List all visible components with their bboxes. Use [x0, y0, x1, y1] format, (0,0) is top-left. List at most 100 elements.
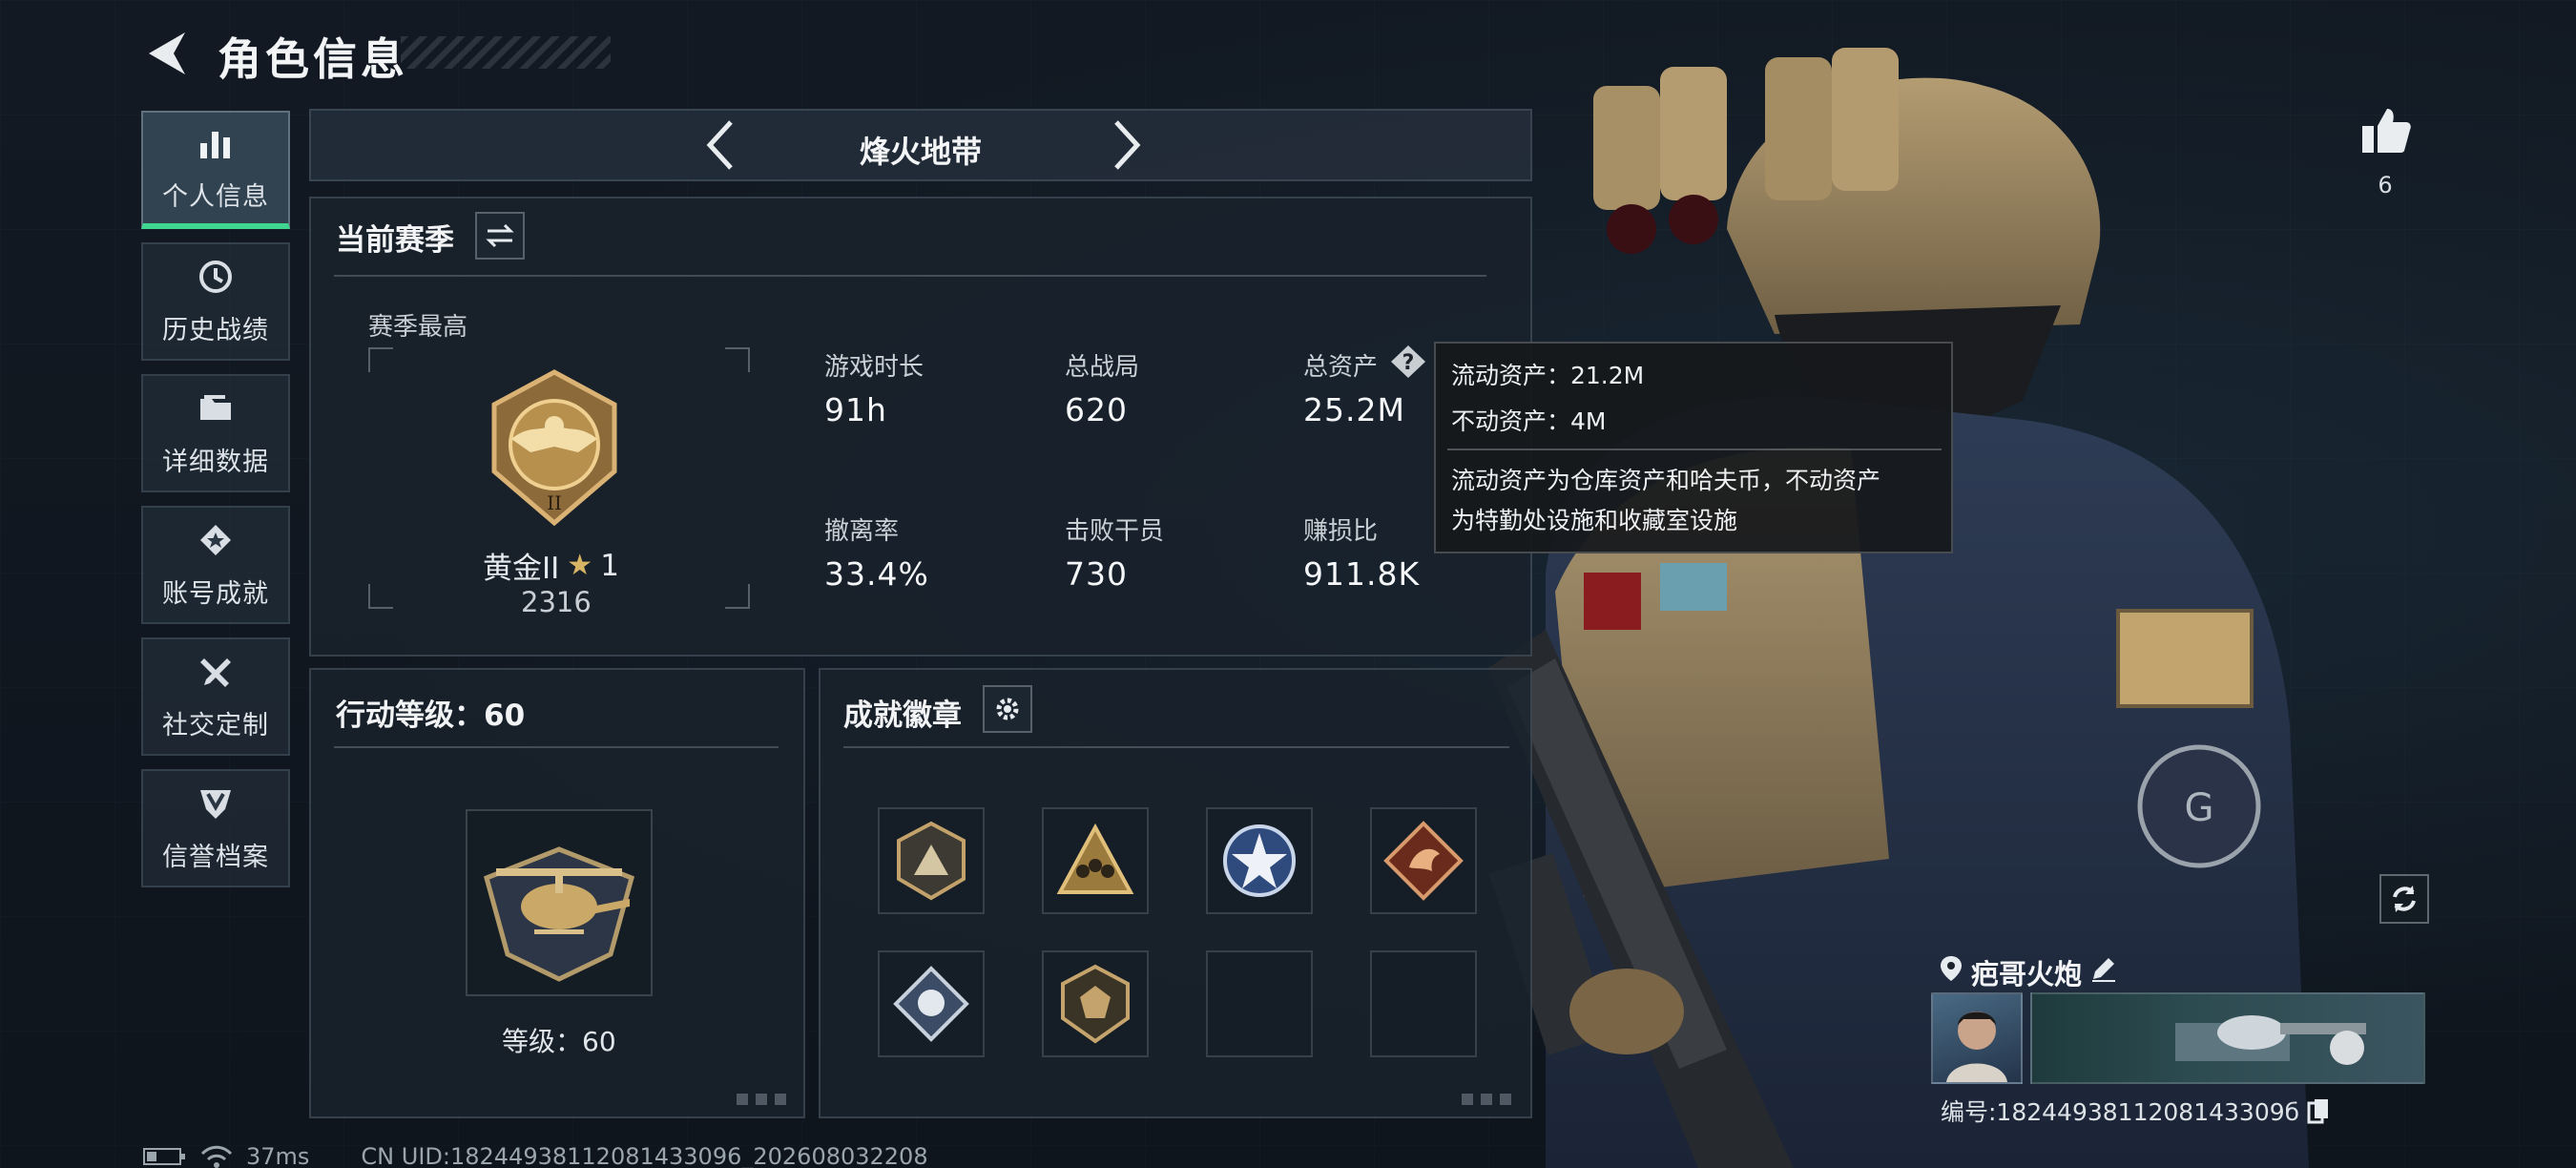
sidebar-item-label: 信誉档案 [162, 842, 269, 872]
season-title: 当前赛季 [336, 223, 454, 258]
shield-emblem-icon [200, 789, 231, 819]
swap-arrows-icon [486, 223, 514, 248]
frame-corner [368, 347, 393, 372]
badge-slot[interactable] [1042, 807, 1149, 914]
frame-corner [725, 347, 750, 372]
stat-value: 25.2M [1303, 391, 1405, 428]
player-name: 疤哥火炮 [1971, 958, 2083, 991]
frame-corner [368, 584, 393, 609]
sidebar-item-credit-file[interactable]: 信誉档案 [141, 769, 290, 887]
back-arrow-icon[interactable] [143, 29, 191, 78]
sidebar-item-social-custom[interactable]: 社交定制 [141, 637, 290, 756]
stat-value: 911.8K [1303, 555, 1421, 593]
wifi-icon [200, 1145, 233, 1168]
ping-value: 37ms [246, 1143, 310, 1168]
tooltip-description-line2: 为特勤处设施和收藏室设施 [1451, 507, 1738, 534]
rank-stars: 1 [600, 548, 619, 583]
tooltip-divider [1447, 448, 1942, 450]
squad-badge-icon [1056, 823, 1134, 894]
sidebar-item-label: 社交定制 [162, 710, 269, 740]
copy-icon[interactable] [2307, 1097, 2330, 1124]
shield-diamond-badge-icon [893, 966, 969, 1042]
mode-selector-bar: 烽火地带 [309, 109, 1532, 181]
section-divider [334, 275, 1486, 277]
svg-text:II: II [547, 491, 562, 514]
level-text: 等级：60 [502, 1026, 616, 1057]
svg-text:G: G [2185, 786, 2214, 830]
badge-slot[interactable] [1206, 807, 1313, 914]
rank-name-row: 黄金II ★ 1 [483, 544, 619, 587]
stat-label: 总战局 [1065, 353, 1140, 382]
like-count: 6 [2378, 172, 2393, 198]
switch-season-button[interactable] [475, 212, 525, 260]
badge-slot[interactable] [1042, 950, 1149, 1057]
star-seal-badge-icon [1223, 824, 1296, 897]
next-mode-arrow-icon[interactable] [1107, 116, 1145, 174]
gear-icon [996, 698, 1019, 720]
tooltip-liquid-assets: 流动资产：21.2M [1451, 362, 1645, 389]
stat-label: 总资产 [1303, 353, 1379, 382]
sidebar-item-label: 账号成就 [162, 578, 269, 609]
action-level-title: 行动等级：60 [336, 699, 526, 733]
player-id: 编号:1824493811208143309б [1941, 1098, 2300, 1126]
badge-settings-button[interactable] [983, 685, 1032, 733]
gem-shield-badge-icon [1061, 964, 1130, 1044]
tooltip-fixed-assets: 不动资产：4M [1451, 407, 1607, 435]
stat-value: 730 [1065, 555, 1128, 593]
tooltip-description-line1: 流动资产为仓库资产和哈夫币，不动资产 [1451, 467, 1881, 494]
badge-slot-empty[interactable] [1206, 950, 1313, 1057]
current-season-panel: 当前赛季 赛季最高 II 黄金II ★ 1 2316 游戏时长 91h 总战局 … [309, 197, 1532, 657]
gold-rank-emblem-icon: II [491, 369, 617, 527]
history-clock-icon [199, 260, 232, 293]
frame-corner [725, 584, 750, 609]
page-title: 角色信息 [218, 33, 408, 85]
player-card[interactable]: 疤哥火炮 [1927, 947, 2433, 1088]
mode-name: 烽火地带 [859, 134, 982, 170]
sidebar-item-history[interactable]: 历史战绩 [141, 242, 290, 361]
achievement-badges-panel: 成就徽章 [819, 668, 1532, 1118]
level-emblem-frame [466, 809, 653, 996]
player-avatar[interactable] [1931, 992, 2023, 1084]
sidebar-item-detailed-data[interactable]: 详细数据 [141, 374, 290, 492]
stat-label: 游戏时长 [824, 353, 924, 382]
section-divider [843, 746, 1509, 748]
battery-icon [143, 1148, 185, 1165]
stat-value: 33.4% [824, 555, 929, 593]
sidebar-item-label: 详细数据 [162, 447, 269, 477]
status-bar: 37ms CN UID:18244938112081433096_2026080… [143, 1143, 928, 1168]
helicopter-emblem-icon [483, 846, 635, 982]
badge-slot[interactable] [1370, 807, 1477, 914]
sidebar-item-label: 历史战绩 [162, 315, 269, 345]
edit-pencil-icon[interactable] [2089, 954, 2118, 983]
badge-slot[interactable] [878, 807, 985, 914]
help-question-icon[interactable]: ? [1389, 344, 1427, 380]
rank-points: 2316 [521, 586, 592, 618]
title-decoration [401, 36, 611, 69]
total-assets-tooltip: 流动资产：21.2M 不动资产：4M 流动资产为仓库资产和哈夫币，不动资产 为特… [1434, 342, 1953, 553]
uid-text: CN UID:18244938112081433096_202608032208 [361, 1143, 928, 1168]
star-icon: ★ [567, 549, 593, 582]
sidebar-item-personal-info[interactable]: 个人信息 [141, 111, 290, 229]
stat-label: 击败干员 [1065, 517, 1165, 546]
thumbs-up-icon[interactable] [2358, 105, 2412, 156]
badges-title: 成就徽章 [843, 699, 962, 733]
sidebar-item-achievements[interactable]: 账号成就 [141, 506, 290, 624]
sidebar-item-label: 个人信息 [162, 181, 269, 212]
refresh-button[interactable] [2379, 874, 2429, 924]
stat-label: 赚损比 [1303, 517, 1379, 546]
badge-slot-empty[interactable] [1370, 950, 1477, 1057]
location-pin-icon [1941, 956, 1962, 981]
rank-name: 黄金II [483, 552, 560, 586]
stat-value: 620 [1065, 391, 1128, 428]
action-level-panel: 行动等级：60 等级：60 [309, 668, 805, 1118]
badge-slot[interactable] [878, 950, 985, 1057]
player-banner [2030, 992, 2425, 1084]
tools-icon [200, 657, 231, 687]
dragon-badge-icon [1383, 821, 1464, 901]
folder-icon [200, 394, 231, 420]
panel-decoration [1462, 1094, 1515, 1105]
season-best-label: 赛季最高 [368, 313, 468, 342]
svg-text:?: ? [1402, 351, 1415, 375]
stat-value: 91h [824, 391, 887, 428]
panel-decoration [737, 1094, 790, 1105]
